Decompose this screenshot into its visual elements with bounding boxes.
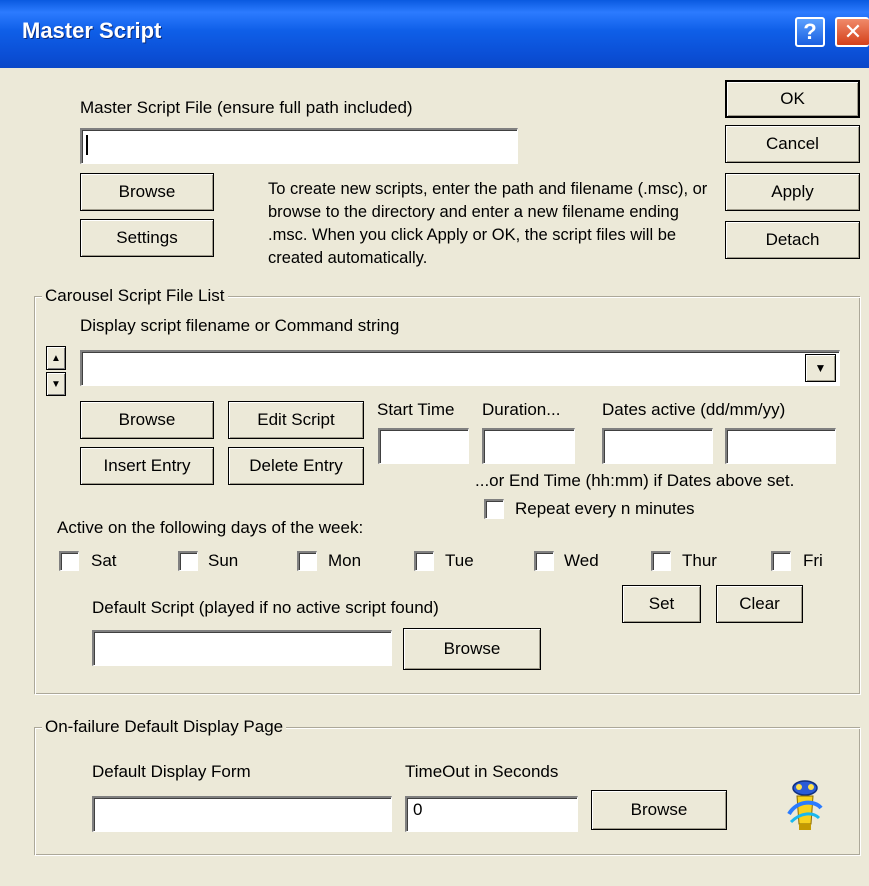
carousel-group-title: Carousel Script File List <box>42 286 228 306</box>
active-days-label: Active on the following days of the week… <box>57 518 364 537</box>
clear-button[interactable]: Clear <box>716 585 803 623</box>
detach-button[interactable]: Detach <box>725 221 860 259</box>
day-checkbox-sun[interactable] <box>178 551 198 571</box>
day-label-tue: Tue <box>445 551 474 570</box>
move-up-button[interactable]: ▲ <box>46 346 66 370</box>
end-time-note: ...or End Time (hh:mm) if Dates above se… <box>475 471 795 490</box>
day-label-thur: Thur <box>682 551 717 570</box>
day-label-wed: Wed <box>564 551 599 570</box>
day-checkbox-wed[interactable] <box>534 551 554 571</box>
help-button[interactable]: ? <box>795 17 825 47</box>
duration-input[interactable] <box>482 428 575 464</box>
chevron-down-icon: ▼ <box>814 361 827 375</box>
day-checkbox-sat[interactable] <box>59 551 79 571</box>
settings-button[interactable]: Settings <box>80 219 214 257</box>
master-script-file-input[interactable] <box>80 128 518 164</box>
ok-button[interactable]: OK <box>725 80 860 118</box>
failure-group-title: On-failure Default Display Page <box>42 717 287 737</box>
close-button[interactable]: ✕ <box>835 17 869 47</box>
default-script-label: Default Script (played if no active scri… <box>92 598 439 617</box>
master-script-file-label: Master Script File (ensure full path inc… <box>80 98 413 117</box>
day-label-sat: Sat <box>91 551 117 570</box>
date-to-input[interactable] <box>725 428 836 464</box>
app-mascot-icon <box>785 778 825 834</box>
failure-group <box>35 728 861 856</box>
day-label-sun: Sun <box>208 551 239 570</box>
day-checkbox-thur[interactable] <box>651 551 671 571</box>
master-help-text: To create new scripts, enter the path an… <box>268 180 708 267</box>
display-script-label: Display script filename or Command strin… <box>80 316 400 335</box>
close-icon: ✕ <box>843 19 863 44</box>
carousel-browse-button[interactable]: Browse <box>80 401 214 439</box>
title-bar[interactable]: Master Script ? ✕ <box>0 0 869 68</box>
failure-browse-button[interactable]: Browse <box>591 790 727 830</box>
insert-entry-button[interactable]: Insert Entry <box>80 447 214 485</box>
day-checkbox-fri[interactable] <box>771 551 791 571</box>
master-browse-button[interactable]: Browse <box>80 173 214 211</box>
timeout-input[interactable]: 0 <box>405 796 578 832</box>
edit-script-button[interactable]: Edit Script <box>228 401 364 439</box>
day-label-mon: Mon <box>328 551 362 570</box>
cancel-button[interactable]: Cancel <box>725 125 860 163</box>
arrow-up-icon: ▲ <box>51 352 61 364</box>
display-script-combobox[interactable] <box>80 350 840 386</box>
day-checkbox-tue[interactable] <box>414 551 434 571</box>
date-from-input[interactable] <box>602 428 713 464</box>
help-icon: ? <box>803 19 817 44</box>
delete-entry-button[interactable]: Delete Entry <box>228 447 364 485</box>
day-checkbox-mon[interactable] <box>297 551 317 571</box>
window-title: Master Script <box>22 18 162 43</box>
master-script-dialog: Master Script ? ✕ Master Script File (en… <box>0 0 869 886</box>
timeout-label: TimeOut in Seconds <box>405 762 559 781</box>
start-time-label: Start Time <box>377 400 455 419</box>
text-caret <box>86 135 88 155</box>
set-button[interactable]: Set <box>622 585 701 623</box>
day-label-fri: Fri <box>803 551 823 570</box>
dates-active-label: Dates active (dd/mm/yy) <box>602 400 786 419</box>
default-display-form-label: Default Display Form <box>92 762 251 781</box>
duration-label: Duration... <box>482 400 561 419</box>
default-script-input[interactable] <box>92 630 392 666</box>
default-display-form-input[interactable] <box>92 796 392 832</box>
repeat-label: Repeat every n minutes <box>515 499 695 518</box>
move-down-button[interactable]: ▼ <box>46 372 66 396</box>
arrow-down-icon: ▼ <box>51 378 61 390</box>
apply-button[interactable]: Apply <box>725 173 860 211</box>
default-script-browse-button[interactable]: Browse <box>403 628 541 670</box>
combobox-dropdown-button[interactable]: ▼ <box>805 354 836 382</box>
start-time-input[interactable] <box>378 428 469 464</box>
repeat-checkbox[interactable] <box>484 499 504 519</box>
